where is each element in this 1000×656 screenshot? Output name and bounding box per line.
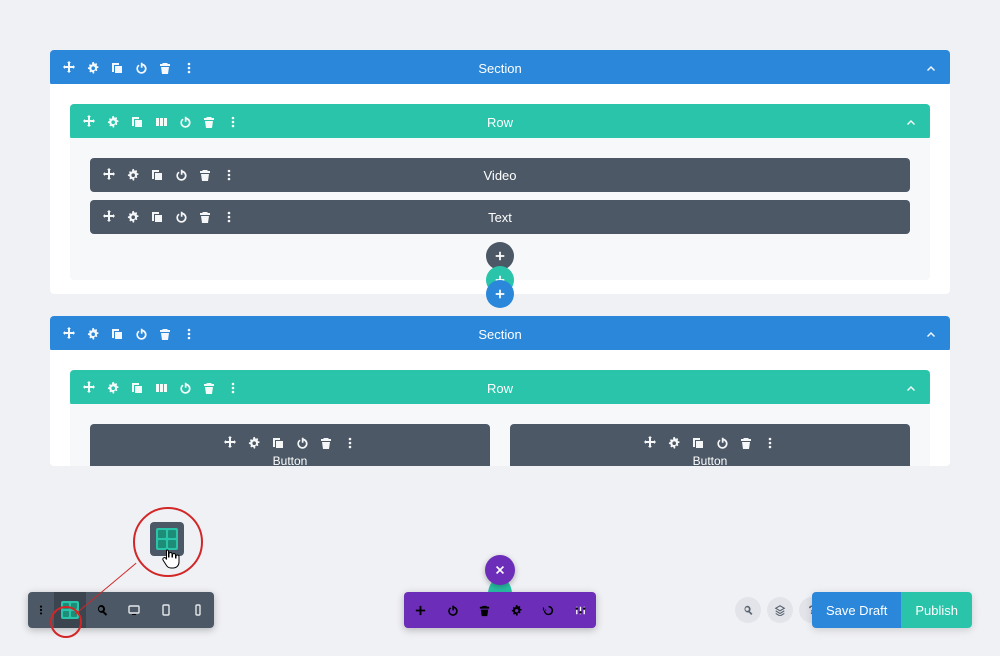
move-icon[interactable] bbox=[102, 210, 116, 224]
power-icon[interactable] bbox=[134, 327, 148, 341]
gear-icon[interactable] bbox=[86, 327, 100, 341]
trash-icon[interactable] bbox=[202, 115, 216, 129]
more-icon[interactable] bbox=[182, 327, 196, 341]
row-label: Row bbox=[487, 115, 513, 130]
wireframe-preview-tile bbox=[150, 522, 184, 556]
module-button-left[interactable]: Button bbox=[90, 424, 490, 466]
trash-icon[interactable] bbox=[198, 168, 212, 182]
save-draft-button[interactable]: Save Draft bbox=[812, 592, 901, 628]
row-body: Button bbox=[70, 404, 930, 466]
gear-icon[interactable] bbox=[500, 592, 532, 628]
row-label: Row bbox=[487, 381, 513, 396]
section-body: Row bbox=[50, 350, 950, 466]
power-icon[interactable] bbox=[178, 115, 192, 129]
section-label: Section bbox=[478, 61, 521, 76]
duplicate-icon[interactable] bbox=[110, 61, 124, 75]
zoom-icon[interactable] bbox=[86, 592, 118, 628]
collapse-icon[interactable] bbox=[904, 115, 918, 129]
duplicate-icon[interactable] bbox=[271, 436, 285, 450]
module-button-right[interactable]: Button bbox=[510, 424, 910, 466]
phone-icon[interactable] bbox=[182, 592, 214, 628]
page-toolbar bbox=[404, 592, 596, 628]
module-video[interactable]: Video bbox=[90, 158, 910, 192]
move-icon[interactable] bbox=[102, 168, 116, 182]
row-body: Video Text bbox=[70, 138, 930, 280]
gear-icon[interactable] bbox=[126, 168, 140, 182]
collapse-icon[interactable] bbox=[924, 327, 938, 341]
more-icon[interactable] bbox=[226, 115, 240, 129]
more-icon[interactable] bbox=[222, 168, 236, 182]
columns-icon[interactable] bbox=[154, 115, 168, 129]
power-icon[interactable] bbox=[174, 210, 188, 224]
trash-icon[interactable] bbox=[739, 436, 753, 450]
more-icon[interactable] bbox=[226, 381, 240, 395]
collapse-icon[interactable] bbox=[904, 381, 918, 395]
move-icon[interactable] bbox=[223, 436, 237, 450]
power-icon[interactable] bbox=[295, 436, 309, 450]
save-actions: Save Draft Publish bbox=[812, 592, 972, 628]
more-icon[interactable] bbox=[763, 436, 777, 450]
trash-icon[interactable] bbox=[202, 381, 216, 395]
row-bar[interactable]: Row bbox=[70, 104, 930, 140]
trash-icon[interactable] bbox=[198, 210, 212, 224]
section-bar[interactable]: Section bbox=[50, 316, 950, 352]
collapse-icon[interactable] bbox=[924, 61, 938, 75]
duplicate-icon[interactable] bbox=[691, 436, 705, 450]
power-icon[interactable] bbox=[134, 61, 148, 75]
layers-button[interactable] bbox=[767, 597, 793, 623]
columns-icon[interactable] bbox=[154, 381, 168, 395]
more-icon[interactable] bbox=[343, 436, 357, 450]
module-label: Text bbox=[488, 210, 512, 225]
trash-icon[interactable] bbox=[319, 436, 333, 450]
sliders-icon[interactable] bbox=[564, 592, 596, 628]
close-panel-button[interactable] bbox=[485, 555, 515, 585]
power-icon[interactable] bbox=[436, 592, 468, 628]
module-label: Button bbox=[273, 454, 308, 466]
section-label: Section bbox=[478, 327, 521, 342]
wireframe-view-button[interactable] bbox=[54, 592, 86, 628]
gear-icon[interactable] bbox=[86, 61, 100, 75]
section-body: Row bbox=[50, 84, 950, 294]
view-toolbar bbox=[28, 592, 214, 628]
publish-button[interactable]: Publish bbox=[901, 592, 972, 628]
search-button[interactable] bbox=[735, 597, 761, 623]
gear-icon[interactable] bbox=[126, 210, 140, 224]
move-icon[interactable] bbox=[62, 61, 76, 75]
gear-icon[interactable] bbox=[106, 381, 120, 395]
row-bar[interactable]: Row bbox=[70, 370, 930, 406]
more-icon[interactable] bbox=[182, 61, 196, 75]
duplicate-icon[interactable] bbox=[130, 115, 144, 129]
gear-icon[interactable] bbox=[247, 436, 261, 450]
duplicate-icon[interactable] bbox=[150, 168, 164, 182]
move-icon[interactable] bbox=[643, 436, 657, 450]
module-label: Video bbox=[483, 168, 516, 183]
history-icon[interactable] bbox=[532, 592, 564, 628]
power-icon[interactable] bbox=[178, 381, 192, 395]
duplicate-icon[interactable] bbox=[150, 210, 164, 224]
trash-icon[interactable] bbox=[158, 327, 172, 341]
more-icon[interactable] bbox=[28, 592, 54, 628]
section-bar[interactable]: Section bbox=[50, 50, 950, 86]
duplicate-icon[interactable] bbox=[110, 327, 124, 341]
module-text[interactable]: Text bbox=[90, 200, 910, 234]
trash-icon[interactable] bbox=[158, 61, 172, 75]
move-icon[interactable] bbox=[62, 327, 76, 341]
section-1: Section Row bbox=[50, 50, 950, 294]
module-label: Button bbox=[693, 454, 728, 466]
add-section-button[interactable] bbox=[486, 280, 514, 308]
gear-icon[interactable] bbox=[667, 436, 681, 450]
builder-canvas: Section Row bbox=[0, 0, 1000, 466]
power-icon[interactable] bbox=[715, 436, 729, 450]
trash-icon[interactable] bbox=[468, 592, 500, 628]
add-icon[interactable] bbox=[404, 592, 436, 628]
gear-icon[interactable] bbox=[106, 115, 120, 129]
section-2: Section Row bbox=[50, 316, 950, 466]
desktop-icon[interactable] bbox=[118, 592, 150, 628]
power-icon[interactable] bbox=[174, 168, 188, 182]
duplicate-icon[interactable] bbox=[130, 381, 144, 395]
move-icon[interactable] bbox=[82, 115, 96, 129]
move-icon[interactable] bbox=[82, 381, 96, 395]
more-icon[interactable] bbox=[222, 210, 236, 224]
tablet-icon[interactable] bbox=[150, 592, 182, 628]
